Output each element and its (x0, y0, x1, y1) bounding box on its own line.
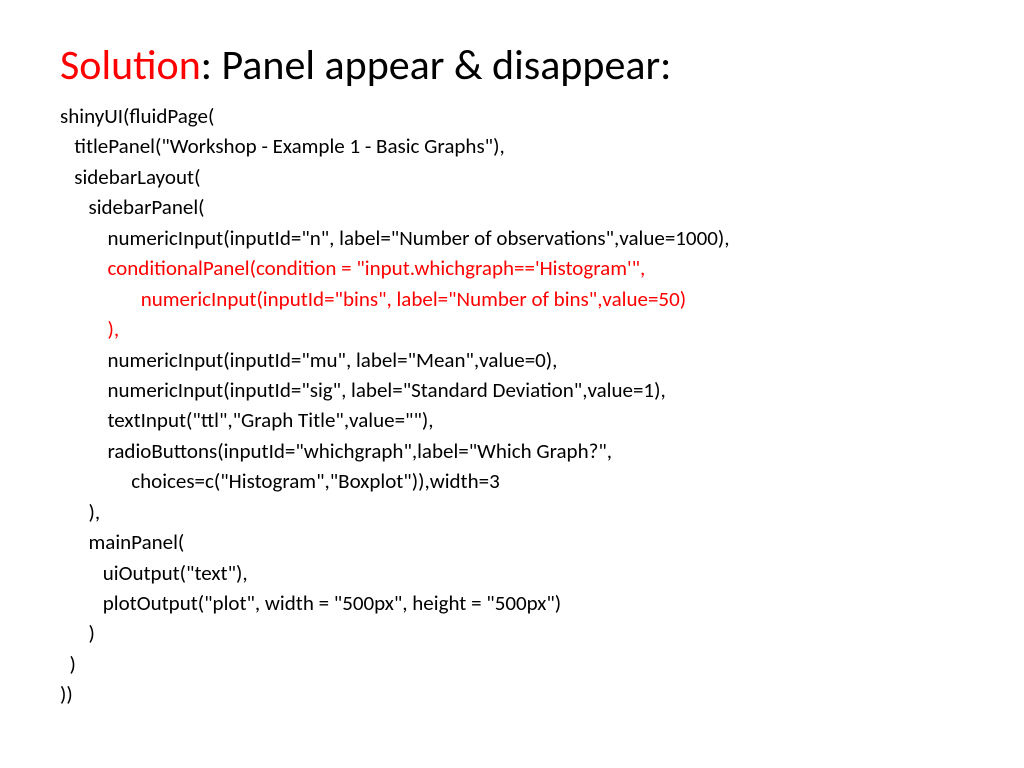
code-line: textInput("ttl","Graph Title",value=""), (60, 407, 434, 433)
code-line: sidebarPanel( (60, 194, 205, 220)
slide: Solution: Panel appear & disappear: shin… (0, 0, 1024, 768)
slide-title: Solution: Panel appear & disappear: (60, 40, 964, 91)
code-line: titlePanel("Workshop - Example 1 - Basic… (60, 133, 505, 159)
code-line: ), (60, 499, 100, 525)
code-line: numericInput(inputId="sig", label="Stand… (60, 377, 666, 403)
code-line: sidebarLayout( (60, 164, 200, 190)
code-line: plotOutput("plot", width = "500px", heig… (60, 590, 561, 616)
code-line: numericInput(inputId="mu", label="Mean",… (60, 347, 557, 373)
code-line: ) (60, 620, 95, 646)
code-line: uiOutput("text"), (60, 560, 248, 586)
code-line: mainPanel( (60, 529, 184, 555)
title-rest: : Panel appear & disappear: (201, 40, 672, 91)
code-line: ) (60, 651, 76, 677)
code-line-highlight: ), (60, 316, 119, 342)
code-line: )) (60, 681, 73, 707)
code-line-highlight: conditionalPanel(condition = "input.whic… (60, 255, 645, 281)
code-block: shinyUI(fluidPage( titlePanel("Workshop … (60, 101, 964, 710)
code-line-highlight: numericInput(inputId="bins", label="Numb… (60, 286, 686, 312)
code-line: shinyUI(fluidPage( (60, 103, 214, 129)
code-line: numericInput(inputId="n", label="Number … (60, 225, 729, 251)
title-keyword: Solution (60, 40, 201, 91)
code-line: choices=c("Histogram","Boxplot")),width=… (60, 468, 500, 494)
code-line: radioButtons(inputId="whichgraph",label=… (60, 438, 612, 464)
